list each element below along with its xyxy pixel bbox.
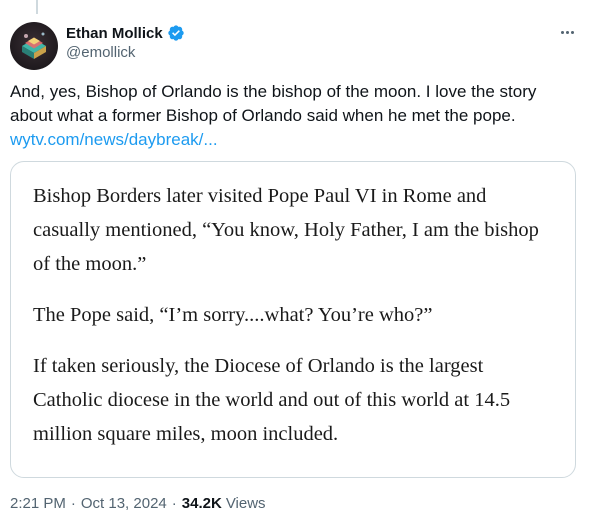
avatar[interactable] (10, 22, 58, 70)
meta-separator: · (70, 495, 76, 512)
tweet-metadata: 2:21 PM · Oct 13, 2024 · 34.2K Views (10, 495, 266, 512)
verified-badge-icon[interactable] (167, 24, 185, 42)
tweet-body: And, yes, Bishop of Orlando is the bisho… (10, 80, 580, 152)
author-display-name[interactable]: Ethan Mollick (66, 25, 163, 42)
tweet-link[interactable]: wytv.com/news/daybreak/... (10, 128, 580, 152)
thread-connector-line (36, 0, 38, 14)
article-excerpt-image: Bishop Borders later visited Pope Paul V… (20, 171, 566, 468)
excerpt-paragraph: If taken seriously, the Diocese of Orlan… (33, 355, 511, 445)
attached-image-card[interactable]: Bishop Borders later visited Pope Paul V… (10, 161, 576, 478)
meta-separator: · (171, 495, 177, 512)
author-handle[interactable]: @emollick (66, 44, 135, 61)
excerpt-paragraph: Bishop Borders later visited Pope Paul V… (33, 185, 539, 275)
views-label: Views (225, 495, 266, 512)
avatar-image (22, 32, 46, 59)
views-count[interactable]: 34.2K (182, 495, 222, 512)
excerpt-paragraph: The Pope said, “I’m sorry....what? You’r… (33, 304, 433, 326)
tweet-text: And, yes, Bishop of Orlando is the bisho… (10, 82, 537, 125)
more-dots-icon[interactable] (556, 24, 578, 40)
tweet-time[interactable]: 2:21 PM (10, 495, 66, 512)
tweet-date[interactable]: Oct 13, 2024 (81, 495, 167, 512)
